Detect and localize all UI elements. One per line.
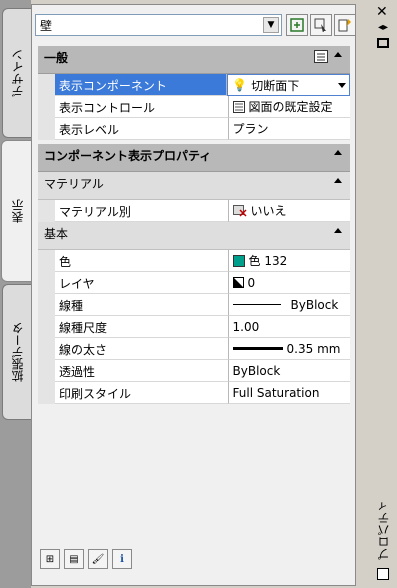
paintbrush-icon: 🖌	[91, 553, 105, 565]
property-row-layer[interactable]: レイヤ 0	[38, 272, 350, 294]
close-icon[interactable]: ✕	[376, 4, 388, 20]
collapse-icon[interactable]	[334, 178, 342, 183]
linetype-preview	[232, 304, 281, 305]
color-swatch	[232, 254, 245, 267]
property-row-display-control[interactable]: 表示コントロール 図面の既定設定	[38, 96, 350, 118]
display-control-icon	[232, 100, 245, 113]
property-row-transparency[interactable]: 透過性 ByBlock	[38, 360, 350, 382]
section-basic[interactable]: 基本	[38, 222, 350, 250]
material-off-icon	[232, 204, 247, 217]
lineweight-preview	[232, 347, 283, 350]
object-type-combo[interactable]: 壁 ▼	[35, 14, 282, 36]
property-row-by-material[interactable]: マテリアル別 いいえ	[38, 200, 350, 222]
section-component-display-properties[interactable]: コンポーネント表示プロパティ	[38, 144, 350, 172]
tab-display[interactable]: 表示	[1, 140, 32, 282]
properties-menu-icon[interactable]	[377, 38, 389, 48]
collapse-icon[interactable]	[334, 150, 342, 155]
palette-icon	[377, 568, 389, 580]
add-selected-button[interactable]: ⊞	[40, 549, 60, 569]
section-general[interactable]: 一般	[38, 46, 350, 74]
tab-extended-data[interactable]: 拡張データ	[2, 284, 31, 420]
info-icon: i	[120, 553, 124, 565]
match-properties-button[interactable]: 🖌	[88, 549, 108, 569]
property-row-display-component[interactable]: 表示コンポーネント 💡 切断面下	[38, 74, 350, 96]
property-grid: 一般 表示コンポーネント 💡 切断面下 表示コントロール 図面の既定設定 表示レ…	[38, 46, 350, 404]
lightbulb-icon: 💡	[232, 78, 248, 92]
chevron-down-icon[interactable]: ▼	[263, 17, 279, 33]
property-row-plot-style[interactable]: 印刷スタイル Full Saturation	[38, 382, 350, 404]
select-objects-icon	[314, 18, 326, 32]
select-objects-button[interactable]	[310, 14, 332, 36]
edit-style-button[interactable]: ▤	[64, 549, 84, 569]
property-row-linetype-scale[interactable]: 線種尺度 1.00	[38, 316, 350, 338]
object-type-value: 壁	[40, 19, 53, 33]
collapse-icon[interactable]	[334, 228, 342, 233]
section-material[interactable]: マテリアル	[38, 172, 350, 200]
property-row-lineweight[interactable]: 線の太さ 0.35 mm	[38, 338, 350, 360]
tab-design[interactable]: デザイン	[2, 8, 31, 138]
pickadd-icon	[290, 18, 304, 32]
property-row-color[interactable]: 色 色 132	[38, 250, 350, 272]
quick-select-icon	[338, 19, 351, 32]
quick-properties-icon[interactable]	[314, 50, 328, 63]
layer-icon	[232, 277, 244, 288]
palette-title: プロパティ	[376, 500, 391, 560]
property-row-display-level[interactable]: 表示レベル プラン	[38, 118, 350, 140]
toggle-pickadd-button[interactable]	[286, 14, 308, 36]
collapse-icon[interactable]	[334, 52, 342, 57]
auto-hide-icon[interactable]: ◂▸	[378, 22, 388, 33]
edit-style-icon: ▤	[69, 553, 79, 565]
quick-select-button[interactable]	[334, 14, 356, 36]
display-component-dropdown[interactable]: 💡 切断面下	[227, 74, 350, 96]
property-row-linetype[interactable]: 線種 ByBlock	[38, 294, 350, 316]
chevron-down-icon[interactable]	[338, 83, 346, 88]
info-button[interactable]: i	[112, 549, 132, 569]
add-selected-icon: ⊞	[45, 553, 55, 565]
